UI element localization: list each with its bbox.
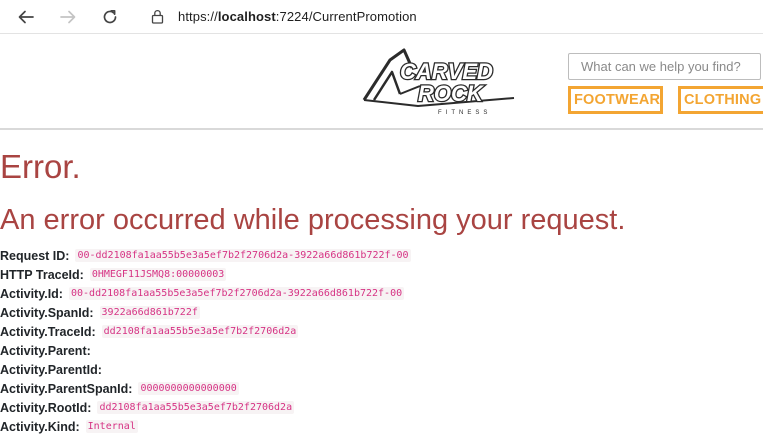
detail-row-activity-parent: Activity.Parent: [0, 341, 763, 360]
url-scheme: https:// [178, 8, 218, 24]
detail-row-request-id: Request ID: 00-dd2108fa1aa55b5e3a5ef7b2f… [0, 246, 763, 265]
detail-value: dd2108fa1aa55b5e3a5ef7b2f2706d2a [101, 325, 299, 338]
detail-label: Activity.RootId: [0, 400, 92, 415]
error-subtitle: An error occurred while processing your … [0, 204, 626, 236]
detail-row-activity-kind: Activity.Kind: Internal [0, 417, 763, 436]
detail-label: Activity.ParentSpanId: [0, 381, 133, 396]
detail-value: 00-dd2108fa1aa55b5e3a5ef7b2f2706d2a-3922… [68, 287, 405, 300]
detail-label: Activity.TraceId: [0, 324, 96, 339]
detail-label: HTTP TraceId: [0, 267, 84, 282]
detail-value: 0HMEGF11JSMQ8:00000003 [89, 268, 227, 281]
forward-arrow-icon[interactable] [56, 5, 80, 29]
footwear-button[interactable]: FOOTWEAR [568, 86, 663, 114]
detail-row-activity-id: Activity.Id: 00-dd2108fa1aa55b5e3a5ef7b2… [0, 284, 763, 303]
header-divider [0, 128, 763, 130]
error-title: Error. [0, 148, 81, 185]
detail-row-activity-spanid: Activity.SpanId: 3922a66d861b722f [0, 303, 763, 322]
detail-value: 00-dd2108fa1aa55b5e3a5ef7b2f2706d2a-3922… [75, 249, 411, 262]
lock-icon [148, 7, 166, 25]
detail-label: Activity.Parent: [0, 343, 91, 358]
logo-word-rock: ROCK [418, 81, 485, 106]
detail-value: dd2108fa1aa55b5e3a5ef7b2f2706d2a [97, 401, 295, 414]
search-input[interactable]: What can we help you find? [568, 53, 761, 80]
detail-row-activity-traceid: Activity.TraceId: dd2108fa1aa55b5e3a5ef7… [0, 322, 763, 341]
detail-label: Activity.SpanId: [0, 305, 94, 320]
url-path: :7224/CurrentPromotion [275, 8, 417, 24]
browser-toolbar: https://localhost:7224/CurrentPromotion [0, 0, 763, 34]
address-url: https://localhost:7224/CurrentPromotion [178, 9, 417, 24]
detail-value: 3922a66d861b722f [99, 306, 200, 319]
back-arrow-icon[interactable] [14, 5, 38, 29]
refresh-icon[interactable] [98, 5, 122, 29]
detail-label: Request ID: [0, 248, 70, 263]
clothing-button[interactable]: CLOTHING [678, 86, 763, 114]
detail-row-http-traceid: HTTP TraceId: 0HMEGF11JSMQ8:00000003 [0, 265, 763, 284]
detail-row-activity-parentid: Activity.ParentId: [0, 360, 763, 379]
url-host: localhost [217, 8, 276, 24]
detail-value: 0000000000000000 [138, 382, 239, 395]
detail-value: Internal [85, 420, 138, 433]
detail-label: Activity.ParentId: [0, 362, 102, 377]
detail-label: Activity.Id: [0, 286, 63, 301]
detail-label: Activity.Kind: [0, 419, 80, 434]
carved-rock-logo[interactable]: CARVED ROCK FITNESS [360, 46, 520, 118]
address-bar[interactable]: https://localhost:7224/CurrentPromotion [140, 3, 763, 29]
detail-row-activity-parentspanid: Activity.ParentSpanId: 0000000000000000 [0, 379, 763, 398]
error-details: Request ID: 00-dd2108fa1aa55b5e3a5ef7b2f… [0, 246, 763, 436]
logo-word-fitness: FITNESS [438, 110, 491, 116]
detail-row-activity-rootid: Activity.RootId: dd2108fa1aa55b5e3a5ef7b… [0, 398, 763, 417]
